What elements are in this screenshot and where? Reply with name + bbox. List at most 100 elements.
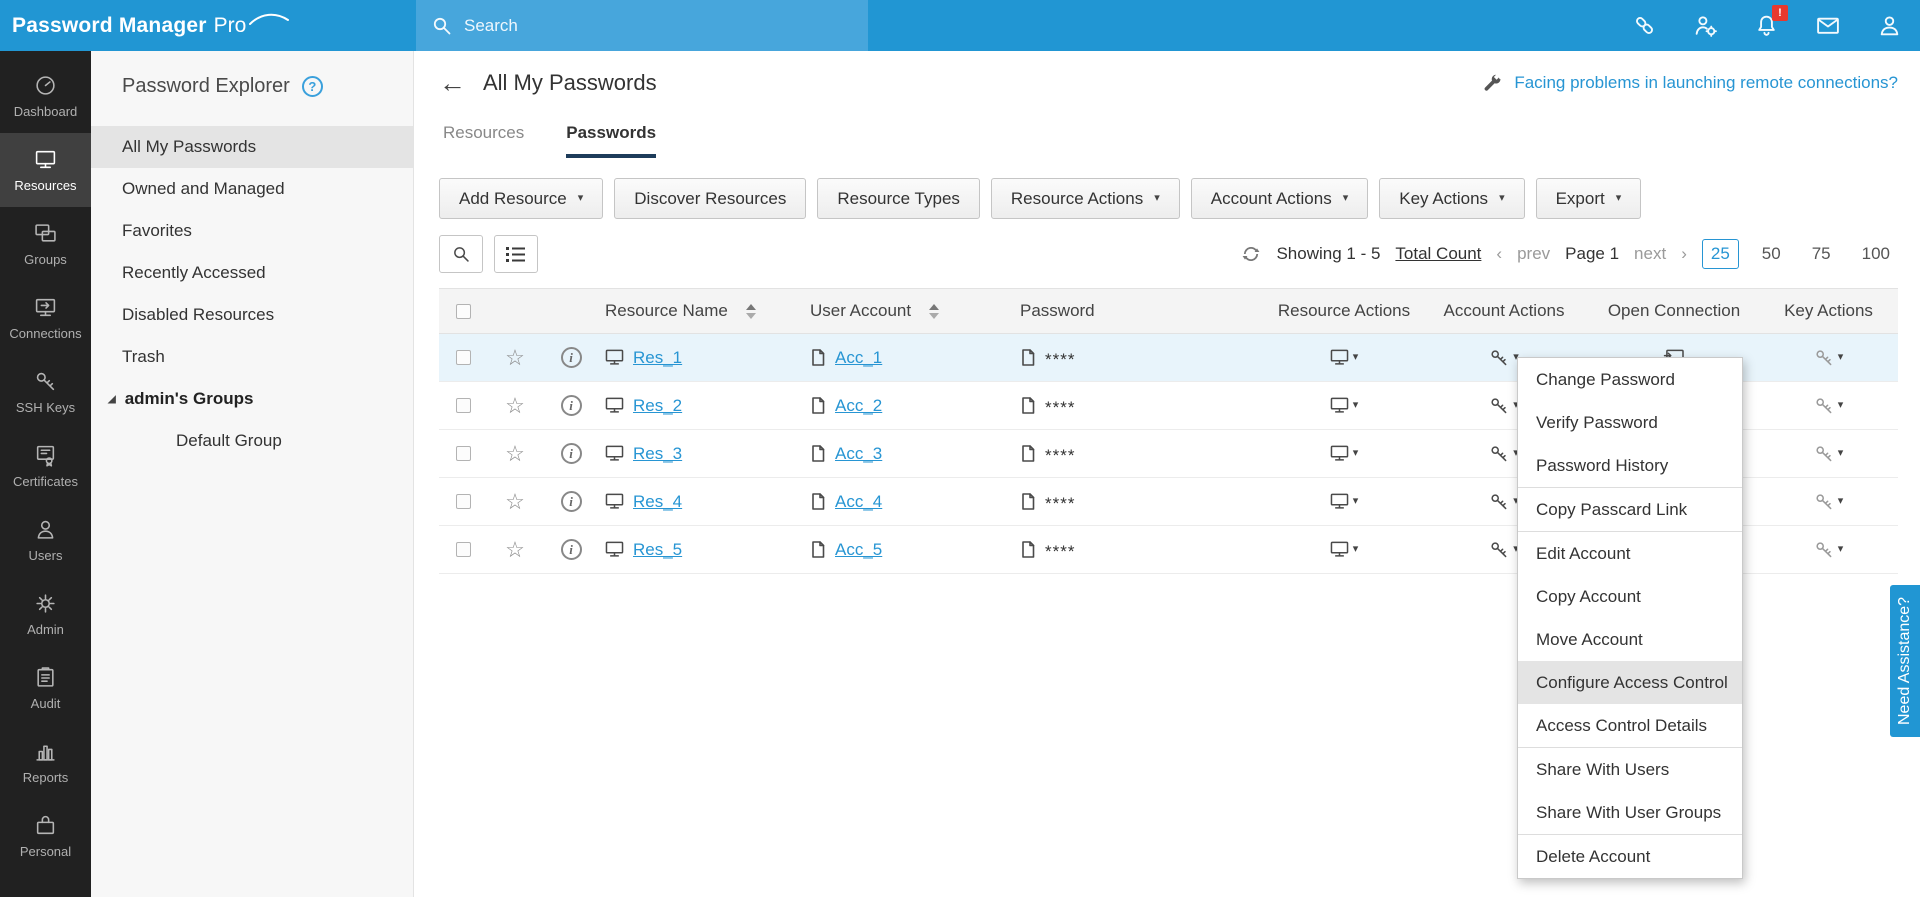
account-link[interactable]: Acc_1 xyxy=(835,348,882,368)
password-copy-icon[interactable] xyxy=(1020,444,1036,463)
sidebar-item-ssh-keys[interactable]: SSH Keys xyxy=(0,355,91,429)
info-icon[interactable]: i xyxy=(560,347,582,368)
info-icon[interactable]: i xyxy=(560,443,582,464)
favorite-star-icon[interactable]: ☆ xyxy=(505,346,525,369)
sidebar-item-audit[interactable]: Audit xyxy=(0,651,91,725)
explorer-item-disabled-resources[interactable]: Disabled Resources xyxy=(91,294,413,336)
row-checkbox[interactable] xyxy=(455,494,471,509)
profile-user-icon[interactable] xyxy=(1877,13,1902,38)
favorite-star-icon[interactable]: ☆ xyxy=(505,394,525,417)
notifications-bell-icon[interactable]: ! xyxy=(1754,5,1788,38)
table-search-button[interactable] xyxy=(439,235,483,273)
app-logo[interactable]: Password Manager Pro xyxy=(12,0,290,51)
key-actions-trigger[interactable]: ▾ xyxy=(1759,348,1898,367)
sidebar-item-certificates[interactable]: Certificates xyxy=(0,429,91,503)
explorer-item-owned-and-managed[interactable]: Owned and Managed xyxy=(91,168,413,210)
resource-actions-trigger[interactable]: ▾ xyxy=(1269,349,1419,366)
explorer-group-admins-groups[interactable]: ◢ admin's Groups xyxy=(91,378,413,420)
page-size-75[interactable]: 75 xyxy=(1804,240,1839,268)
global-search-input[interactable] xyxy=(464,0,868,51)
password-copy-icon[interactable] xyxy=(1020,348,1036,367)
resource-actions-trigger[interactable]: ▾ xyxy=(1269,397,1419,414)
explorer-item-recently-accessed[interactable]: Recently Accessed xyxy=(91,252,413,294)
password-copy-icon[interactable] xyxy=(1020,492,1036,511)
total-count-link[interactable]: Total Count xyxy=(1395,244,1481,264)
select-all-checkbox[interactable] xyxy=(455,303,471,319)
sidebar-item-resources[interactable]: Resources xyxy=(0,133,91,207)
explorer-item-all-my-passwords[interactable]: All My Passwords xyxy=(91,126,413,168)
explorer-item-default-group[interactable]: Default Group xyxy=(91,420,413,462)
menu-item-configure-access-control[interactable]: Configure Access Control xyxy=(1518,661,1742,704)
refresh-icon[interactable] xyxy=(1241,244,1261,264)
info-icon[interactable]: i xyxy=(560,491,582,512)
back-arrow-icon[interactable]: ← xyxy=(439,69,466,97)
global-search[interactable] xyxy=(416,0,868,51)
sidebar-item-reports[interactable]: Reports xyxy=(0,725,91,799)
key-actions-button[interactable]: Key Actions ▾ xyxy=(1379,178,1525,219)
info-icon[interactable]: i xyxy=(560,539,582,560)
favorite-star-icon[interactable]: ☆ xyxy=(505,538,525,561)
row-checkbox[interactable] xyxy=(455,350,471,365)
add-resource-button[interactable]: Add Resource ▾ xyxy=(439,178,604,219)
resource-actions-button[interactable]: Resource Actions ▾ xyxy=(990,178,1180,219)
explorer-item-favorites[interactable]: Favorites xyxy=(91,210,413,252)
row-checkbox[interactable] xyxy=(455,542,471,557)
password-copy-icon[interactable] xyxy=(1020,396,1036,415)
favorite-star-icon[interactable]: ☆ xyxy=(505,442,525,465)
help-icon[interactable]: ? xyxy=(301,76,323,97)
menu-item-share-with-users[interactable]: Share With Users xyxy=(1518,748,1742,791)
next-page-button[interactable]: next xyxy=(1634,244,1666,264)
key-actions-trigger[interactable]: ▾ xyxy=(1759,492,1898,511)
mail-icon[interactable] xyxy=(1815,13,1841,38)
sort-icon[interactable] xyxy=(745,303,756,319)
sort-icon[interactable] xyxy=(929,303,940,319)
sidebar-item-personal[interactable]: Personal xyxy=(0,799,91,873)
col-header-resource-name[interactable]: Resource Name xyxy=(599,301,804,321)
remote-connection-help-link[interactable]: Facing problems in launching remote conn… xyxy=(1480,73,1898,94)
sidebar-item-dashboard[interactable]: Dashboard xyxy=(0,59,91,133)
resource-link[interactable]: Res_3 xyxy=(633,444,682,464)
account-link[interactable]: Acc_3 xyxy=(835,444,882,464)
resource-link[interactable]: Res_5 xyxy=(633,540,682,560)
sidebar-item-admin[interactable]: Admin xyxy=(0,577,91,651)
resource-types-button[interactable]: Resource Types xyxy=(817,178,980,219)
resource-actions-trigger[interactable]: ▾ xyxy=(1269,541,1419,558)
tab-resources[interactable]: Resources xyxy=(443,123,524,158)
menu-item-share-with-user-groups[interactable]: Share With User Groups xyxy=(1518,791,1742,834)
prev-page-button[interactable]: prev xyxy=(1517,244,1550,264)
sidebar-item-connections[interactable]: Connections xyxy=(0,281,91,355)
menu-item-verify-password[interactable]: Verify Password xyxy=(1518,401,1742,444)
key-actions-trigger[interactable]: ▾ xyxy=(1759,540,1898,559)
page-size-50[interactable]: 50 xyxy=(1754,240,1789,268)
key-actions-trigger[interactable]: ▾ xyxy=(1759,396,1898,415)
resource-link[interactable]: Res_2 xyxy=(633,396,682,416)
row-checkbox[interactable] xyxy=(455,446,471,461)
favorite-star-icon[interactable]: ☆ xyxy=(505,490,525,513)
account-actions-button[interactable]: Account Actions ▾ xyxy=(1190,178,1369,219)
account-link[interactable]: Acc_5 xyxy=(835,540,882,560)
sidebar-item-groups[interactable]: Groups xyxy=(0,207,91,281)
page-size-100[interactable]: 100 xyxy=(1854,240,1898,268)
menu-item-edit-account[interactable]: Edit Account xyxy=(1518,532,1742,575)
resource-actions-trigger[interactable]: ▾ xyxy=(1269,445,1419,462)
export-button[interactable]: Export ▾ xyxy=(1535,178,1642,219)
menu-item-copy-passcard-link[interactable]: Copy Passcard Link xyxy=(1518,488,1742,531)
need-assistance-tab[interactable]: Need Assistance? xyxy=(1890,585,1920,737)
password-copy-icon[interactable] xyxy=(1020,540,1036,559)
view-toggle-button[interactable] xyxy=(494,235,538,273)
page-size-25[interactable]: 25 xyxy=(1701,239,1739,269)
col-header-user-account[interactable]: User Account xyxy=(804,301,1014,321)
resource-link[interactable]: Res_1 xyxy=(633,348,682,368)
resource-link[interactable]: Res_4 xyxy=(633,492,682,512)
menu-item-access-control-details[interactable]: Access Control Details xyxy=(1518,704,1742,747)
tab-passwords[interactable]: Passwords xyxy=(566,123,657,158)
row-checkbox[interactable] xyxy=(455,398,471,413)
menu-item-password-history[interactable]: Password History xyxy=(1518,444,1742,487)
explorer-item-trash[interactable]: Trash xyxy=(91,336,413,378)
discover-resources-button[interactable]: Discover Resources xyxy=(614,178,807,219)
resource-actions-trigger[interactable]: ▾ xyxy=(1269,493,1419,510)
account-link[interactable]: Acc_2 xyxy=(835,396,882,416)
user-admin-icon[interactable] xyxy=(1693,13,1718,38)
menu-item-delete-account[interactable]: Delete Account xyxy=(1518,835,1742,878)
sidebar-item-users[interactable]: Users xyxy=(0,503,91,577)
